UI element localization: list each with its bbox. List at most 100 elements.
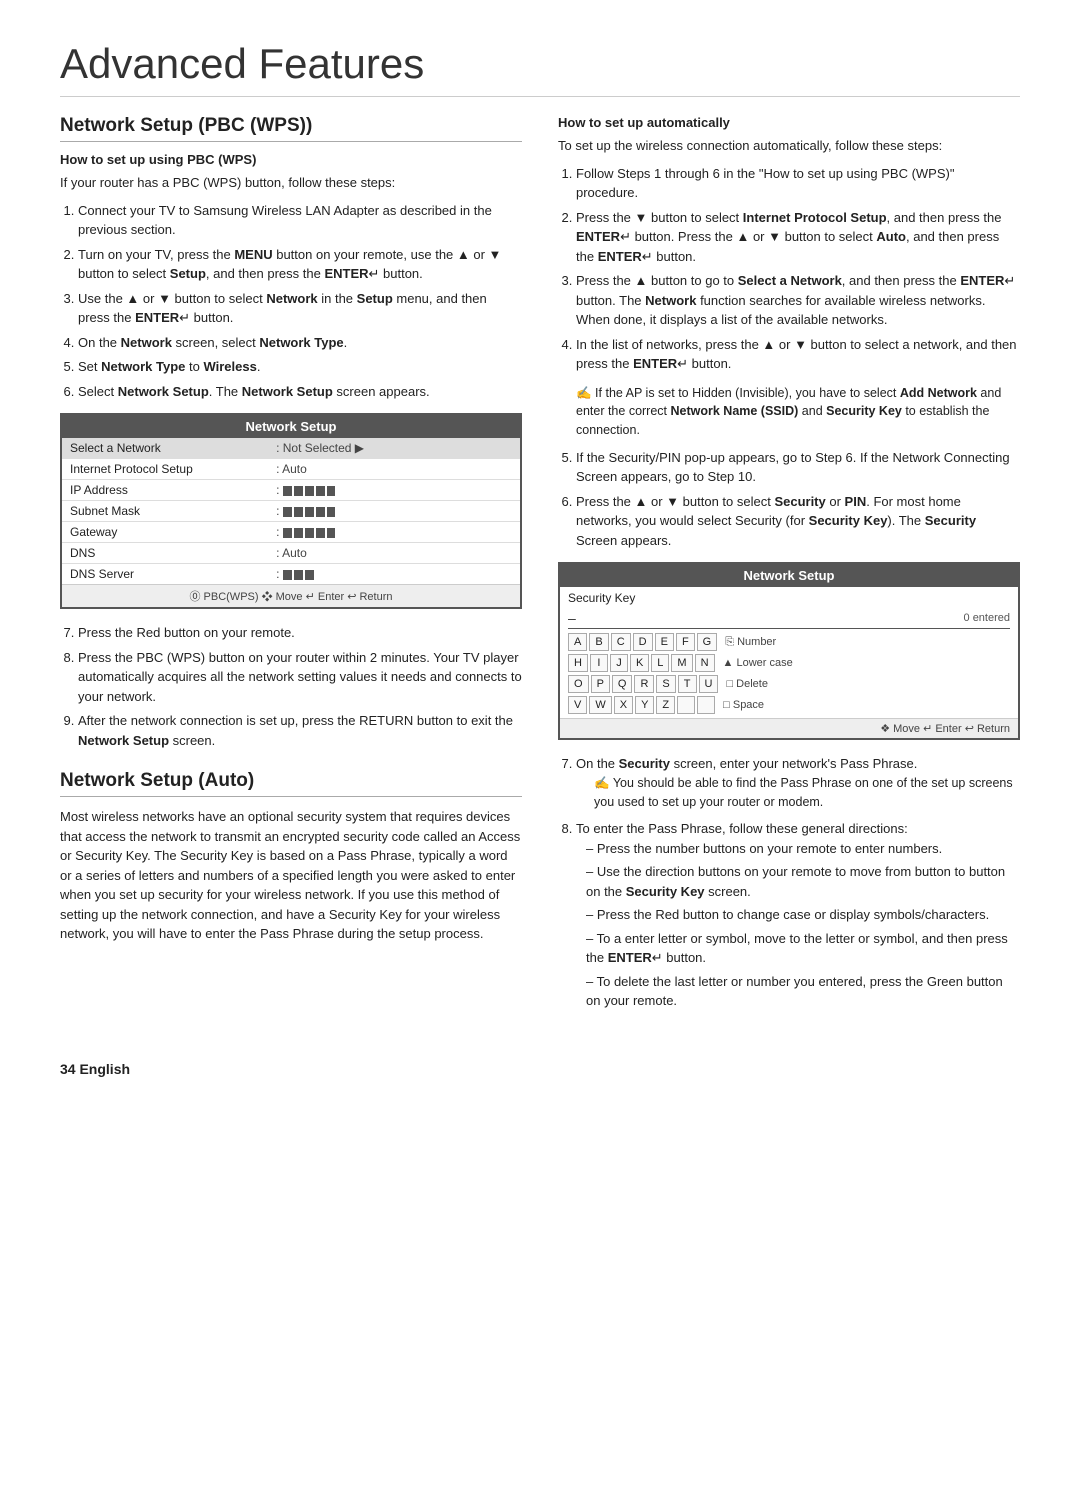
section2-title: Network Setup (Auto) [60,770,522,797]
auto-step-1: Follow Steps 1 through 6 in the "How to … [576,164,1020,203]
kb-row-1: A B C D E F G ⎘ Number [568,633,1010,651]
page-number: 34 English [60,1061,1020,1077]
key-L[interactable]: L [651,654,669,672]
key-A[interactable]: A [568,633,587,651]
security-dash: – [568,610,576,626]
key-Q[interactable]: Q [612,675,633,693]
note2: You should be able to find the Pass Phra… [594,774,1020,812]
kb-row-2: H I J K L M N ▲ Lower case [568,654,1010,672]
row-label: Internet Protocol Setup [62,459,268,480]
row-label: IP Address [62,480,268,501]
auto-step-6: Press the ▲ or ▼ button to select Securi… [576,492,1020,551]
table-row-dns: DNS : Auto [62,543,520,564]
table-row-select-network: Select a Network : Not Selected ▶ [62,438,520,459]
direction-2: Use the direction buttons on your remote… [586,862,1020,901]
kb-label-number: ⎘ Number [725,636,776,649]
network-setup-box: Network Setup Select a Network : Not Sel… [60,413,522,609]
row-value: : [268,480,520,501]
auto-step-2: Press the ▼ button to select Internet Pr… [576,208,1020,267]
auto-subsection-title: How to set up automatically [558,115,1020,130]
table-row-subnet: Subnet Mask : [62,501,520,522]
pbc-step-7: Press the Red button on your remote. [78,623,522,643]
key-G[interactable]: G [697,633,718,651]
key-P[interactable]: P [591,675,610,693]
direction-5: To delete the last letter or number you … [586,972,1020,1011]
network-setup-box-title: Network Setup [62,415,520,438]
row-label: Select a Network [62,438,268,459]
security-keyboard: A B C D E F G ⎘ Number H I J K L M N [568,633,1010,714]
key-N[interactable]: N [695,654,715,672]
key-I[interactable]: I [590,654,608,672]
key-M[interactable]: M [671,654,692,672]
security-footer: ❖ Move ↵ Enter ↩ Return [560,718,1018,738]
key-U[interactable]: U [699,675,719,693]
key-X[interactable]: X [614,696,633,714]
key-Y[interactable]: Y [635,696,654,714]
security-box: Network Setup Security Key – 0 entered A… [558,562,1020,740]
pbc-step-4: On the Network screen, select Network Ty… [78,333,522,353]
direction-3: Press the Red button to change case or d… [586,905,1020,925]
key-C[interactable]: C [611,633,631,651]
security-key-input: – 0 entered [568,610,1010,629]
key-F[interactable]: F [676,633,695,651]
note1: If the AP is set to Hidden (Invisible), … [576,384,1020,440]
pbc-steps-list: Connect your TV to Samsung Wireless LAN … [78,201,522,402]
auto-steps-list: Follow Steps 1 through 6 in the "How to … [576,164,1020,374]
pbc-step-9: After the network connection is set up, … [78,711,522,750]
key-W[interactable]: W [589,696,611,714]
pbc-step-8: Press the PBC (WPS) button on your route… [78,648,522,707]
page-title: Advanced Features [60,40,1020,97]
network-setup-table: Select a Network : Not Selected ▶ Intern… [62,438,520,584]
section2-body: Most wireless networks have an optional … [60,807,522,944]
right-column: How to set up automatically To set up th… [558,115,1020,1021]
auto-step-5: If the Security/PIN pop-up appears, go t… [576,448,1020,487]
security-entered: 0 entered [964,612,1010,624]
auto-step-8: To enter the Pass Phrase, follow these g… [576,819,1020,1011]
key-E[interactable]: E [655,633,674,651]
auto-intro: To set up the wireless connection automa… [558,136,1020,156]
row-label: Subnet Mask [62,501,268,522]
key-V[interactable]: V [568,696,587,714]
security-box-title: Network Setup [560,564,1018,587]
key-K[interactable]: K [630,654,649,672]
table-row-ip: IP Address : [62,480,520,501]
table-row-dns-server: DNS Server : [62,564,520,585]
pbc-intro: If your router has a PBC (WPS) button, f… [60,173,522,193]
security-key-label: Security Key [560,587,1018,607]
row-value: : Not Selected ▶ [268,438,520,459]
key-blank2 [697,696,715,714]
pbc-step-6: Select Network Setup. The Network Setup … [78,382,522,402]
row-value: : Auto [268,459,520,480]
auto-steps-cont: If the Security/PIN pop-up appears, go t… [576,448,1020,551]
left-column: Network Setup (PBC (WPS)) How to set up … [60,115,522,1021]
auto-step-7: On the Security screen, enter your netwo… [576,754,1020,811]
key-D[interactable]: D [633,633,653,651]
key-H[interactable]: H [568,654,588,672]
pbc-step-1: Connect your TV to Samsung Wireless LAN … [78,201,522,240]
row-label: Gateway [62,522,268,543]
pbc-step-2: Turn on your TV, press the MENU button o… [78,245,522,284]
key-blank1 [677,696,695,714]
table-row-gateway: Gateway : [62,522,520,543]
kb-row-4: V W X Y Z □ Space [568,696,1010,714]
directions-list: Press the number buttons on your remote … [586,839,1020,1011]
key-O[interactable]: O [568,675,589,693]
row-value: : [268,501,520,522]
kb-label-delete: □ Delete [726,678,768,690]
key-S[interactable]: S [656,675,675,693]
kb-label-space: □ Space [723,699,764,711]
direction-1: Press the number buttons on your remote … [586,839,1020,859]
section1-title: Network Setup (PBC (WPS)) [60,115,522,142]
key-B[interactable]: B [589,633,608,651]
row-label: DNS Server [62,564,268,585]
auto-step-3: Press the ▲ button to go to Select a Net… [576,271,1020,330]
table-row-ip-setup: Internet Protocol Setup : Auto [62,459,520,480]
row-value: : [268,564,520,585]
key-Z[interactable]: Z [656,696,675,714]
pbc-step-3: Use the ▲ or ▼ button to select Network … [78,289,522,328]
subsection1-title: How to set up using PBC (WPS) [60,152,522,167]
key-R[interactable]: R [634,675,654,693]
key-T[interactable]: T [678,675,697,693]
key-J[interactable]: J [610,654,628,672]
row-value: : Auto [268,543,520,564]
